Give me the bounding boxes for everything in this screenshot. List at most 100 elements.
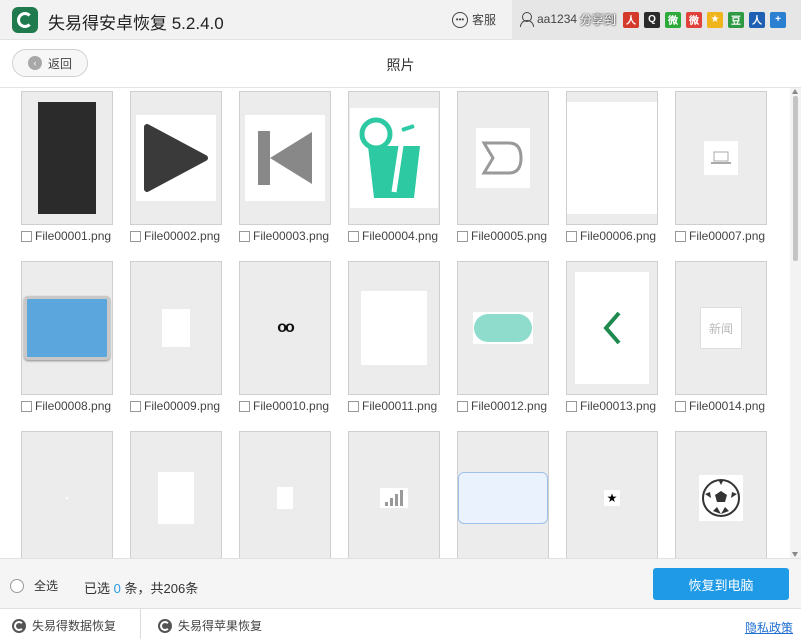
photo-checkbox[interactable]: [239, 230, 250, 242]
title-bar: 失易得安卓恢复 5.2.4.0 ••• 客服 aa1234 分享到 人 Q 微微 ★ 豆…: [0, 0, 801, 40]
apple-recovery-logo-icon: [158, 618, 172, 633]
photo-thumbnail[interactable]: [457, 91, 549, 225]
chat-bubble-icon: •••: [452, 11, 468, 28]
chevron-left-icon: [575, 272, 649, 384]
customer-service-button[interactable]: ••• 客服: [452, 11, 496, 28]
photo-thumbnail[interactable]: [130, 431, 222, 558]
data-recovery-logo-icon: [12, 618, 26, 633]
photo-tile[interactable]: File00001.png: [21, 91, 113, 243]
file-name: File00006.png: [580, 229, 657, 243]
photo-thumbnail[interactable]: oo: [239, 261, 331, 395]
photo-thumbnail[interactable]: [348, 431, 440, 558]
renren-share-icon[interactable]: 人: [623, 11, 640, 28]
photo-checkbox[interactable]: [566, 230, 577, 242]
photo-tile[interactable]: [130, 431, 222, 558]
photo-tile[interactable]: File00009.png: [130, 261, 222, 413]
photo-thumbnail[interactable]: ★: [566, 431, 658, 558]
user-account-button[interactable]: aa1234: [520, 12, 577, 27]
selected-suffix: 条，共206条: [124, 581, 199, 596]
photo-checkbox[interactable]: [21, 400, 32, 412]
file-name: File00014.png: [689, 399, 766, 413]
photo-thumbnail[interactable]: [21, 431, 113, 558]
photo-checkbox[interactable]: [457, 230, 468, 242]
photo-tile[interactable]: [457, 431, 549, 558]
photo-tile[interactable]: [21, 431, 113, 558]
photo-tile[interactable]: File00008.png: [21, 261, 113, 413]
qq-share-icon[interactable]: Q: [644, 11, 661, 28]
selected-count: 0: [113, 581, 121, 596]
photo-thumbnail[interactable]: 新闻: [675, 261, 767, 395]
photo-thumbnail[interactable]: [239, 431, 331, 558]
photo-tile[interactable]: File00003.png: [239, 91, 331, 243]
select-all-toggle[interactable]: 全选: [10, 577, 58, 594]
sub-header: ‹ 返回 照片: [0, 40, 801, 88]
photo-thumbnail[interactable]: [457, 261, 549, 395]
apple-recovery-link[interactable]: 失易得苹果恢复: [158, 617, 262, 634]
recover-to-computer-button[interactable]: 恢复到电脑: [653, 568, 789, 600]
photo-tile[interactable]: File00013.png: [566, 261, 658, 413]
photo-tile[interactable]: File00006.png: [566, 91, 658, 243]
photo-tile[interactable]: File00005.png: [457, 91, 549, 243]
photo-tile[interactable]: File00004.png: [348, 91, 440, 243]
play-icon: [136, 115, 216, 201]
scroll-thumb[interactable]: [793, 96, 798, 261]
photo-tile[interactable]: oo File00010.png: [239, 261, 331, 413]
renren2-share-icon[interactable]: 人: [749, 11, 766, 28]
photo-tile[interactable]: [348, 431, 440, 558]
photo-tile[interactable]: 新闻 File00014.png: [675, 261, 767, 413]
photo-tile[interactable]: File00002.png: [130, 91, 222, 243]
photo-thumbnail[interactable]: [130, 91, 222, 225]
photo-thumbnail[interactable]: [348, 91, 440, 225]
drink-cup-icon: [350, 108, 438, 208]
photo-tile[interactable]: File00011.png: [348, 261, 440, 413]
photo-checkbox[interactable]: [130, 400, 141, 412]
photo-checkbox[interactable]: [239, 400, 250, 412]
photo-tile[interactable]: [675, 431, 767, 558]
blank-image-thumbnail: [567, 102, 657, 214]
more-share-icon[interactable]: +: [770, 11, 787, 28]
selection-count: 已选 0 条，共206条: [84, 578, 198, 597]
photo-thumbnail[interactable]: [457, 431, 549, 558]
photo-thumbnail[interactable]: [566, 261, 658, 395]
photo-checkbox[interactable]: [21, 230, 32, 242]
vertical-scrollbar[interactable]: [790, 88, 801, 558]
photo-thumbnail[interactable]: [130, 261, 222, 395]
photo-checkbox[interactable]: [348, 400, 359, 412]
photo-caption: File00001.png: [21, 229, 113, 243]
select-all-radio[interactable]: [10, 578, 24, 593]
voicemail-icon: oo: [277, 319, 294, 336]
app-title: 失易得安卓恢复 5.2.4.0: [48, 14, 224, 33]
photo-thumbnail[interactable]: [675, 431, 767, 558]
photo-checkbox[interactable]: [457, 400, 468, 412]
photo-thumbnail[interactable]: [348, 261, 440, 395]
photo-tile[interactable]: File00007.png: [675, 91, 767, 243]
photo-checkbox[interactable]: [675, 230, 686, 242]
photo-tile[interactable]: File00012.png: [457, 261, 549, 413]
douban-share-icon[interactable]: 豆: [728, 11, 745, 28]
photo-thumbnail[interactable]: [239, 91, 331, 225]
scroll-up-arrow-icon[interactable]: [792, 89, 798, 94]
photo-thumbnail[interactable]: [675, 91, 767, 225]
photo-thumbnail[interactable]: [21, 91, 113, 225]
privacy-policy-link[interactable]: 隐私政策: [745, 619, 793, 636]
data-recovery-link[interactable]: 失易得数据恢复: [12, 617, 116, 634]
file-name: File00007.png: [689, 229, 766, 243]
photo-checkbox[interactable]: [566, 400, 577, 412]
file-name: File00002.png: [144, 229, 221, 243]
photo-thumbnail[interactable]: [566, 91, 658, 225]
qzone-share-icon[interactable]: ★: [707, 11, 724, 28]
photo-checkbox[interactable]: [130, 230, 141, 242]
file-name: File00003.png: [253, 229, 330, 243]
photo-caption: File00007.png: [675, 229, 767, 243]
weibo-share-icon[interactable]: 微: [686, 11, 703, 28]
scroll-down-arrow-icon[interactable]: [792, 552, 798, 557]
wechat-share-icon[interactable]: 微: [665, 11, 682, 28]
photo-checkbox[interactable]: [675, 400, 686, 412]
photo-tile[interactable]: ★: [566, 431, 658, 558]
photo-checkbox[interactable]: [348, 230, 359, 242]
file-name: File00011.png: [362, 399, 438, 413]
photo-tile[interactable]: [239, 431, 331, 558]
photo-thumbnail[interactable]: [21, 261, 113, 395]
photo-caption: File00006.png: [566, 229, 658, 243]
photo-caption: File00004.png: [348, 229, 440, 243]
